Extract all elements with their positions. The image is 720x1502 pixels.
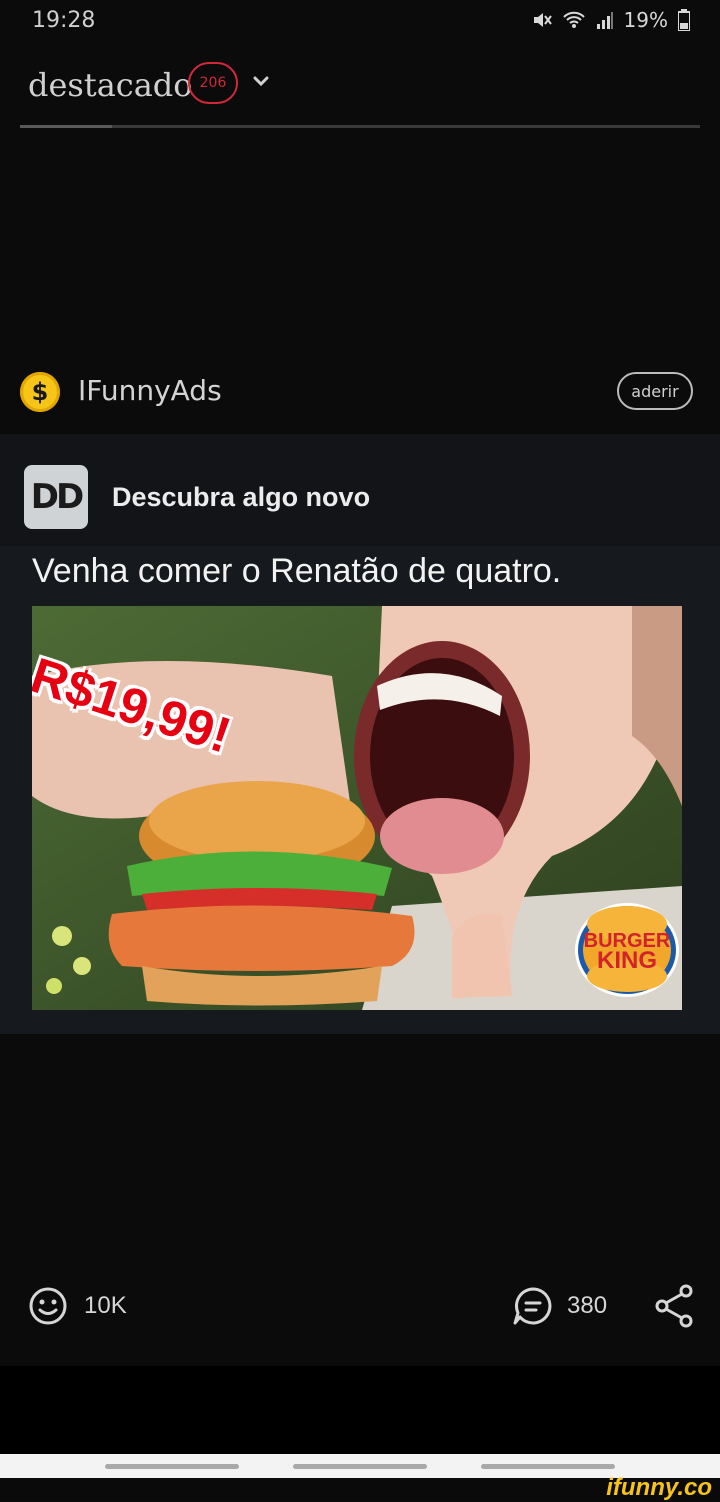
burger-king-logo: BURGER KING xyxy=(575,903,679,997)
tab-underline xyxy=(20,125,700,128)
nav-home-handle[interactable] xyxy=(293,1464,427,1469)
mute-icon xyxy=(533,13,552,27)
status-icons: 19% xyxy=(532,8,690,32)
nav-recents-handle[interactable] xyxy=(481,1464,615,1469)
sponsor-title[interactable]: Descubra algo novo xyxy=(112,482,370,513)
tab-underline-active xyxy=(20,125,112,128)
ifunny-watermark: ifunny.co xyxy=(606,1474,712,1501)
status-time: 19:28 xyxy=(32,8,96,33)
ads-account-name[interactable]: IFunnyAds xyxy=(78,374,222,407)
smile-count: 10K xyxy=(84,1292,127,1319)
chevron-down-icon[interactable] xyxy=(250,70,272,92)
comment-count: 380 xyxy=(567,1292,608,1319)
ad-caption: Venha comer o Renatão de quatro. xyxy=(32,552,562,590)
feed-title[interactable]: destacado xyxy=(28,66,193,104)
wifi-icon xyxy=(562,11,585,28)
battery-percent: 19% xyxy=(623,8,668,32)
notification-badge[interactable]: 206 xyxy=(188,62,238,104)
ad-image[interactable]: R$19,99! BURGER KING xyxy=(32,606,682,1010)
nav-back-handle[interactable] xyxy=(105,1464,239,1469)
comment-icon[interactable] xyxy=(512,1286,554,1326)
share-icon[interactable] xyxy=(654,1284,694,1328)
dollar-coin-icon: $ xyxy=(20,372,60,412)
svg-text:KING: KING xyxy=(597,947,657,974)
join-button[interactable]: aderir xyxy=(617,372,693,410)
footer-band xyxy=(0,1366,720,1454)
signal-icon xyxy=(596,12,613,29)
sponsor-logo: DD xyxy=(24,465,88,529)
battery-icon xyxy=(678,9,690,31)
smile-icon[interactable] xyxy=(28,1286,68,1326)
